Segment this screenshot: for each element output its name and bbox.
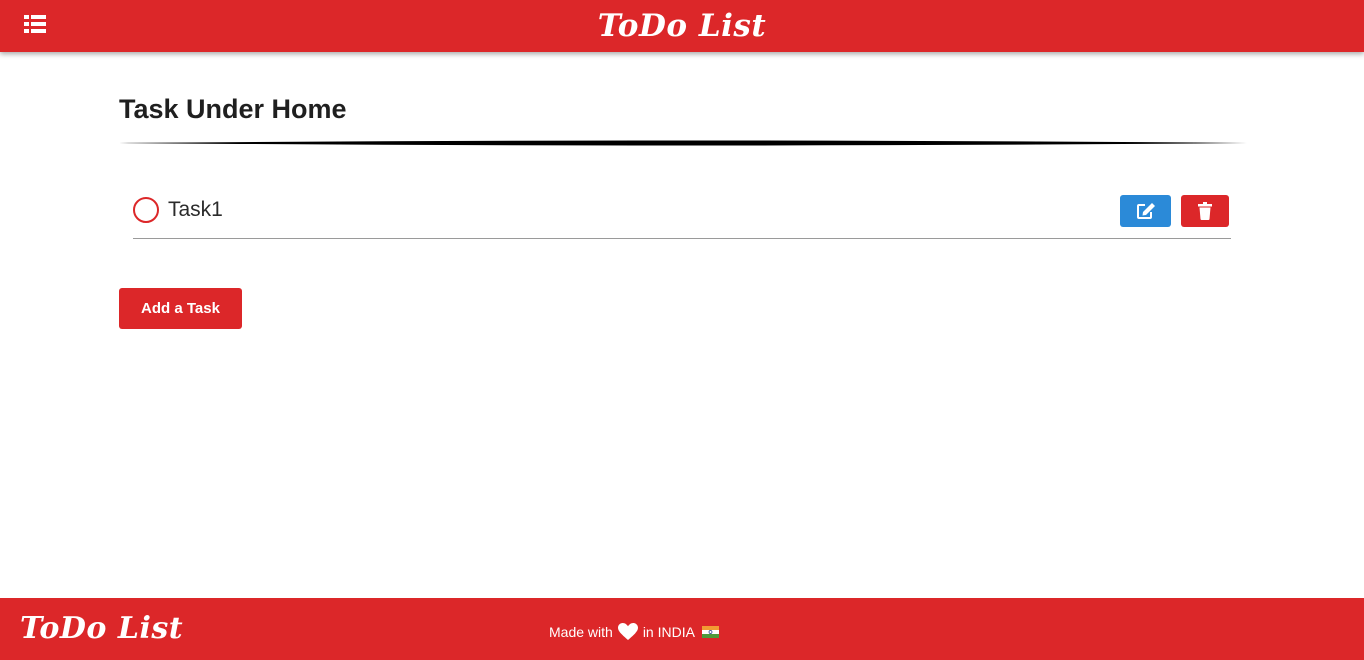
edit-task-button[interactable] <box>1120 195 1171 227</box>
heart-icon <box>617 623 638 640</box>
made-with-text: Made with <box>549 624 613 640</box>
task-complete-checkbox[interactable] <box>133 197 159 223</box>
add-task-button[interactable]: Add a Task <box>119 288 242 329</box>
page-title: Task Under Home <box>119 94 347 124</box>
footer: ToDo List Made with in INDIA <box>0 598 1364 660</box>
trash-icon <box>1198 202 1212 220</box>
top-navbar: ToDo List <box>0 0 1364 52</box>
footer-credit: Made with in INDIA <box>549 618 719 646</box>
menu-list-icon[interactable] <box>22 12 52 38</box>
edit-icon <box>1136 203 1155 219</box>
delete-task-button[interactable] <box>1181 195 1229 227</box>
task-label: Task1 <box>168 198 223 221</box>
title-divider <box>119 140 1247 146</box>
location-text: in INDIA <box>642 624 695 640</box>
task-row: Task1 <box>133 192 1231 239</box>
footer-brand: ToDo List <box>20 611 184 646</box>
india-flag-icon <box>701 626 719 638</box>
app-brand-title: ToDo List <box>597 8 767 44</box>
